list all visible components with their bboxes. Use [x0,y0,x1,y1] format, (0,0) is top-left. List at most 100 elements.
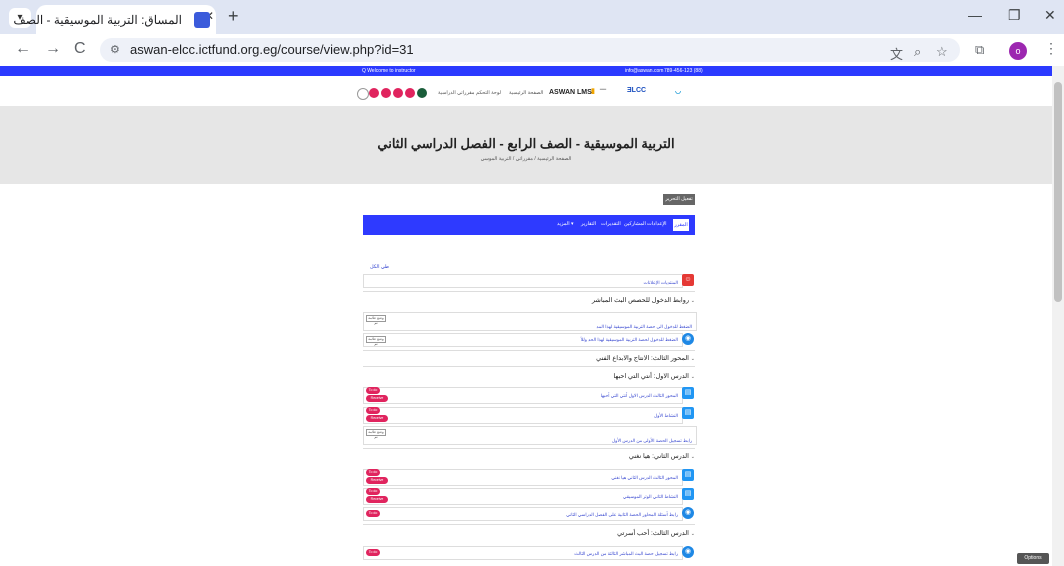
profile-avatar[interactable]: o [1009,42,1027,60]
search-icon[interactable] [405,88,415,98]
collapse-all-link[interactable]: طي الكل [370,264,389,270]
reload-button[interactable]: C [74,40,86,58]
receive-grade-pill: Receive grade [366,395,388,407]
menu-my-courses[interactable]: مقرراتي الدراسية [438,90,474,96]
activity-link[interactable]: النشاط الثاني الوتر الموسيقي [623,494,678,500]
section-title-text: الدرس الثالث: أحب أسرتي [617,530,689,537]
todo-pill: To do [366,469,380,476]
menu-home[interactable]: الصفحة الرئيسية [509,90,543,96]
close-window-button[interactable]: ✕ [1044,7,1056,24]
todo-pill: To do [366,407,380,414]
receive-grade-pill: Receive grade [366,477,388,489]
todo-pill: To do [366,387,380,394]
tab-grades[interactable]: التقديرات [601,221,621,227]
activity-row: To do رابط أسئلة المحاور الحصة الثانية ع… [363,507,683,521]
darkmode-icon[interactable] [417,88,427,98]
tab-more[interactable]: المزيد ▾ [557,221,573,227]
tab-course[interactable]: المقرر [673,219,689,231]
extensions-icon[interactable]: ⧉ [975,42,984,58]
activity-link[interactable]: الضغط للدخول الى حصة التربية الموسيقية ل… [596,324,692,330]
menu-kebab-icon[interactable]: ⋮ [1044,40,1058,57]
translate-icon[interactable]: 文 [890,44,903,63]
menu-dashboard[interactable]: لوحة التحكم [476,90,501,96]
forum-icon: ☺ [682,274,694,286]
minimize-button[interactable]: — [968,7,982,23]
mark-done-button[interactable]: وضع علامة تم [366,315,386,325]
user-avatar-icon[interactable] [357,88,369,100]
mcit-logo: ▮ [591,88,595,95]
edit-mode-button[interactable]: تفعيل التحرير [663,194,695,205]
receive-grade-pill: Receive grade [366,415,388,427]
activity-link[interactable]: رابط تسجيل الحصة الأولى من الدرس الأول [612,438,692,444]
divider [363,524,695,525]
url-text[interactable]: aswan-elcc.ictfund.org.eg/course/view.ph… [130,42,414,57]
divider [363,448,695,449]
browser-tab[interactable]: ✕ المساق: التربية الموسيقية - الصف [13,5,216,34]
todo-pill: To do [366,510,380,517]
page-hero: التربية الموسيقية - الصف الرابع - الفصل … [0,106,1052,184]
activity-link[interactable]: المحور الثالث الدرس الثاني هيا نغني [611,475,678,481]
topbar-email: info@aswan.com [625,68,664,74]
activity-link[interactable]: الضغط للدخول لحصة التربية الموسيقية لهذا… [581,337,678,343]
url-icon: ◉ [682,546,694,558]
message-icon[interactable] [381,88,391,98]
section-title[interactable]: ⌄ الدرس الثالث: أحب أسرتي [617,529,695,537]
activity-link[interactable]: رابط أسئلة المحاور الحصة الثانية على الف… [566,512,678,518]
address-bar[interactable]: ⚙ aswan-elcc.ictfund.org.eg/course/view.… [100,38,960,62]
page-title: التربية الموسيقية - الصف الرابع - الفصل … [377,136,675,151]
site-topbar: Q Welcome to instructor info@aswan.com 7… [0,66,1052,76]
activity-row: To do Receive grade النشاط الثاني الوتر … [363,488,683,508]
chevron-down-icon[interactable]: ⌄ [691,531,695,537]
tab-reports[interactable]: التقارير [581,221,596,227]
breadcrumb[interactable]: الصفحة الرئيسية / مقرراتي / التربية المو… [0,156,1052,162]
activity-row: وضع علامة تم الضغط للدخول الى حصة التربي… [363,312,697,331]
settings-icon[interactable] [393,88,403,98]
bookmark-star-icon[interactable]: ☆ [936,44,948,60]
assignment-icon: ▤ [682,469,694,481]
site-info-icon[interactable]: ⚙ [110,43,120,56]
mark-done-button[interactable]: وضع علامة تم [366,336,386,346]
web-page: Q Welcome to instructor info@aswan.com 7… [0,66,1052,566]
chevron-down-icon[interactable]: ⌄ [691,454,695,460]
chevron-down-icon[interactable]: ⌄ [691,298,695,304]
mark-done-button[interactable]: وضع علامة تم [366,429,386,439]
activity-link[interactable]: النشاط الأول [654,413,678,419]
forward-button[interactable]: → [45,40,61,58]
section-title[interactable]: ⌄ روابط الدخول للحصص البث المباشر [592,296,695,304]
url-icon: ◉ [682,333,694,345]
todo-pill: To do [366,488,380,495]
chevron-down-icon[interactable]: ⌄ [691,374,695,380]
todo-pill: To do [366,549,380,556]
section-title-text: المحور الثالث: الانتاج والابداع الفني [596,355,689,362]
section-title-text: الدرس الاول: أنتي التي احبها [613,373,689,380]
activity-link[interactable]: المنتديات الإعلانات [644,280,678,286]
new-tab-button[interactable]: + [228,6,239,27]
activity-link[interactable]: المحور الثالث الدرس الاول أنتي التي أحبه… [601,393,678,399]
browser-tabstrip: ▾ ✕ المساق: التربية الموسيقية - الصف + —… [0,0,1064,34]
url-icon: ◉ [682,507,694,519]
tab-settings[interactable]: الإعدادات [647,221,667,227]
activity-row: وضع علامة تم الضغط للدخول لحصة التربية ا… [363,333,683,347]
receive-grade-pill: Receive grade [366,496,388,508]
activity-row-announcements: المنتديات الإعلانات [363,274,683,288]
zoom-icon[interactable]: ⌕ [914,44,921,60]
section-title[interactable]: ⌄ الدرس الثاني: هيا نغني [629,452,695,460]
divider [363,291,695,292]
section-title-text: روابط الدخول للحصص البث المباشر [591,297,689,304]
page-scrollbar[interactable] [1052,66,1064,566]
section-title[interactable]: ⌄ الدرس الاول: أنتي التي احبها [613,372,695,380]
chevron-down-icon[interactable]: ⌄ [691,356,695,362]
notification-icon[interactable] [369,88,379,98]
activity-row: وضع علامة تم رابط تسجيل الحصة الأولى من … [363,426,697,445]
activity-row: To do Receive grade المحور الثالث الدرس … [363,469,683,489]
back-button[interactable]: ← [15,40,31,58]
activity-row: To do رابط تسجيل حصة البث المباشر الثالث… [363,546,683,560]
scrollbar-thumb[interactable] [1054,82,1062,302]
aswan-logo: ◡ [675,88,682,95]
restore-button[interactable]: ❐ [1008,7,1021,24]
section-title[interactable]: ⌄ المحور الثالث: الانتاج والابداع الفني [596,354,695,362]
tab-participants[interactable]: المشاركين [624,221,646,227]
activity-row: To do Receive grade المحور الثالث الدرس … [363,387,683,407]
activity-link[interactable]: رابط تسجيل حصة البث المباشر الثالثة من ا… [574,551,678,557]
options-button[interactable]: Options [1017,553,1049,564]
